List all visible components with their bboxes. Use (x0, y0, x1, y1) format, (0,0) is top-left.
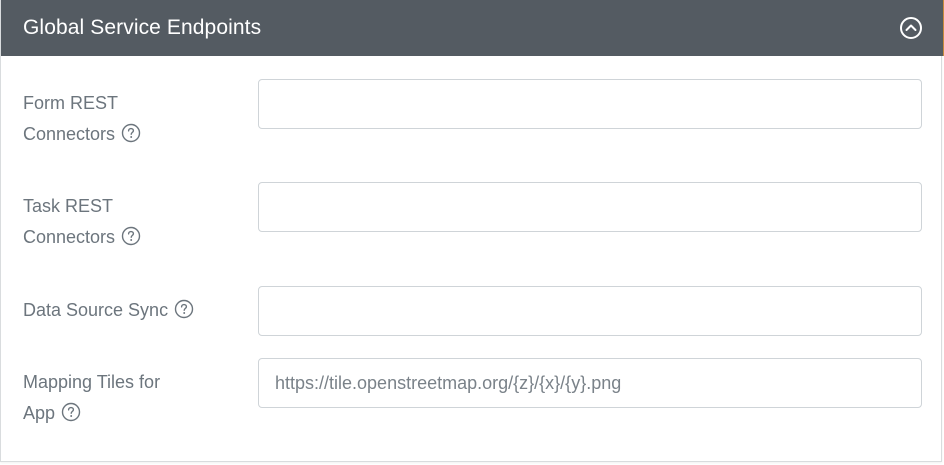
form-rest-connectors-input[interactable] (258, 79, 922, 129)
global-service-endpoints-panel: Global Service Endpoints Form REST Conne… (0, 0, 944, 462)
form-rest-connectors-label: Form REST Connectors (23, 88, 223, 150)
task-rest-connectors-label: Task REST Connectors (23, 191, 223, 253)
form-rest-connectors-label-line1: Form REST (23, 93, 119, 113)
question-circle-icon[interactable] (174, 298, 194, 319)
task-rest-connectors-label-line1: Task REST (23, 196, 114, 216)
data-source-sync-label-text: Data Source Sync (23, 300, 169, 320)
mapping-tiles-label: Mapping Tiles for App (23, 367, 223, 429)
panel-title: Global Service Endpoints (23, 16, 262, 39)
question-circle-icon[interactable] (121, 225, 141, 246)
panel-header[interactable]: Global Service Endpoints (1, 0, 944, 56)
question-circle-icon[interactable] (121, 122, 141, 143)
mapping-tiles-input[interactable] (258, 358, 922, 408)
form-rest-connectors-label-line2: Connectors (23, 124, 116, 144)
data-source-sync-label: Data Source Sync (23, 295, 253, 326)
task-rest-connectors-label-line2: Connectors (23, 227, 116, 247)
task-rest-connectors-input[interactable] (258, 182, 922, 232)
chevron-up-circle-icon (900, 17, 922, 39)
mapping-tiles-label-line2: App (23, 403, 56, 423)
data-source-sync-input[interactable] (258, 286, 922, 336)
collapse-button[interactable] (899, 16, 923, 40)
mapping-tiles-label-line1: Mapping Tiles for (23, 372, 161, 392)
question-circle-icon[interactable] (61, 401, 81, 422)
